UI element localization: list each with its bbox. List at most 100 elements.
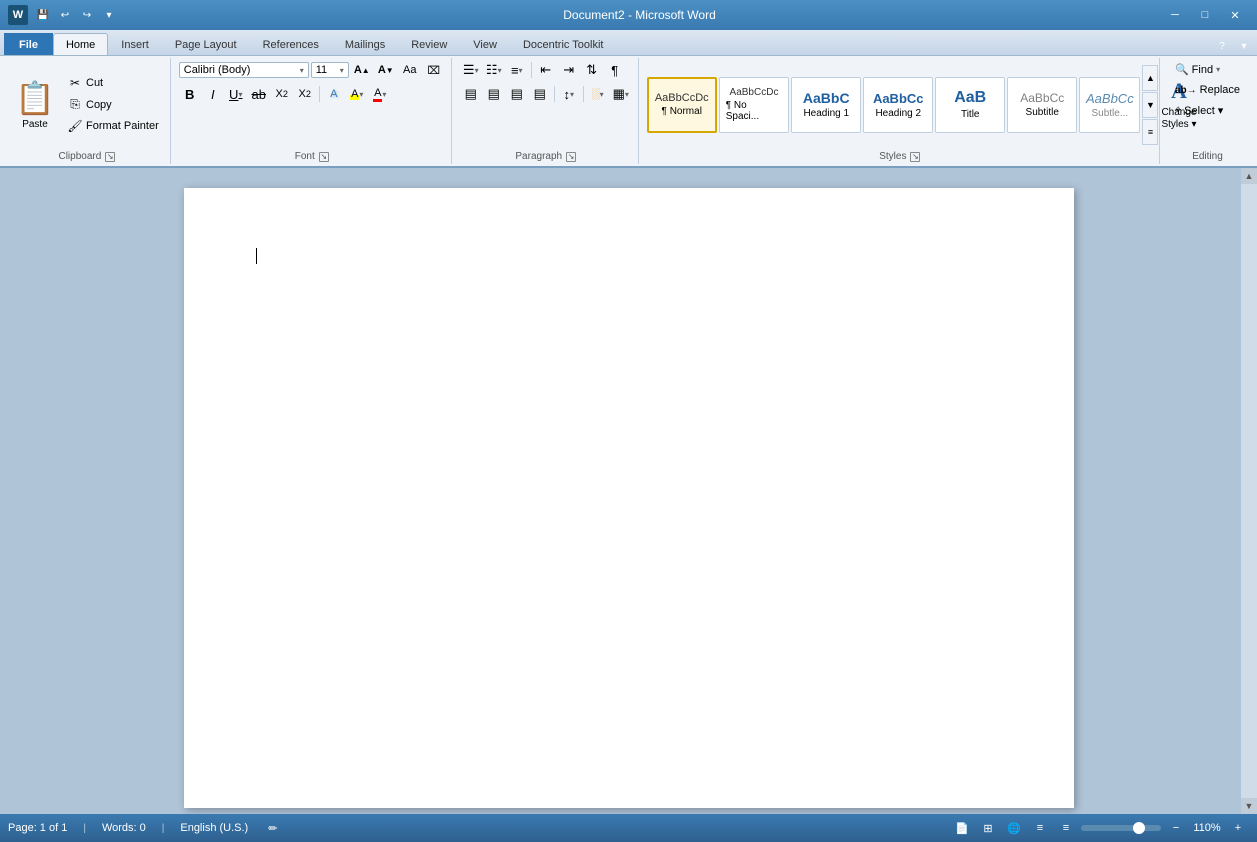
paragraph-expand-button[interactable]: ↘ bbox=[566, 152, 576, 162]
font-size-selector[interactable]: 11 ▾ bbox=[311, 62, 349, 78]
styles-expand-button[interactable]: ↘ bbox=[910, 152, 920, 162]
format-painter-button[interactable]: 🖌 Format Painter bbox=[62, 116, 164, 136]
select-button[interactable]: ⌖ Select ▾ bbox=[1168, 101, 1230, 120]
clipboard-expand-button[interactable]: ↘ bbox=[105, 152, 115, 162]
ribbon-help-button[interactable]: ? bbox=[1213, 37, 1231, 55]
italic-button[interactable]: I bbox=[202, 84, 224, 104]
close-button[interactable]: ✕ bbox=[1221, 5, 1249, 25]
para-separator-2 bbox=[554, 86, 555, 102]
bullets-button[interactable]: ☰▾ bbox=[460, 60, 482, 80]
find-button[interactable]: 🔍 Find ▾ bbox=[1168, 60, 1227, 79]
full-screen-button[interactable]: ⊞ bbox=[977, 819, 999, 837]
style-heading1[interactable]: AaBbC Heading 1 bbox=[791, 77, 861, 133]
multilevel-list-button[interactable]: ≡▾ bbox=[506, 60, 528, 80]
track-changes-icon: ✏ bbox=[268, 822, 277, 835]
language-info: English (U.S.) bbox=[180, 822, 248, 834]
show-paragraph-button[interactable]: ¶ bbox=[604, 60, 626, 80]
outline-button[interactable]: ≡ bbox=[1029, 819, 1051, 837]
app-icon: W bbox=[8, 5, 28, 25]
find-icon: 🔍 bbox=[1175, 63, 1189, 76]
print-layout-button[interactable]: 📄 bbox=[951, 819, 973, 837]
justify-button[interactable]: ▤ bbox=[529, 84, 551, 104]
change-case-button[interactable]: Aa bbox=[399, 60, 421, 80]
cut-button[interactable]: ✂ Cut bbox=[62, 73, 164, 93]
save-button[interactable]: 💾 bbox=[34, 6, 52, 24]
tab-page-layout[interactable]: Page Layout bbox=[162, 33, 250, 55]
tab-file[interactable]: File bbox=[4, 33, 53, 55]
shrink-font-button[interactable]: A▼ bbox=[375, 60, 397, 80]
zoom-out-button[interactable]: − bbox=[1165, 819, 1187, 837]
maximize-button[interactable]: □ bbox=[1191, 5, 1219, 25]
styles-content: AaBbCcDc ¶ Normal AaBbCcDc ¶ No Spaci...… bbox=[647, 60, 1153, 149]
minimize-button[interactable]: ─ bbox=[1161, 5, 1189, 25]
undo-button[interactable]: ↩ bbox=[56, 6, 74, 24]
scroll-down-button[interactable]: ▼ bbox=[1241, 798, 1257, 814]
zoom-in-button[interactable]: + bbox=[1227, 819, 1249, 837]
style-title-label: Title bbox=[961, 109, 980, 120]
title-bar-left: W 💾 ↩ ↪ ▾ bbox=[8, 5, 118, 25]
sort-button[interactable]: ⇅ bbox=[581, 60, 603, 80]
styles-scroll-more-button[interactable]: ≡ bbox=[1142, 119, 1158, 145]
para-separator-3 bbox=[583, 86, 584, 102]
status-separator-1: | bbox=[83, 823, 86, 834]
styles-scroll-up-button[interactable]: ▲ bbox=[1142, 65, 1158, 91]
shading-button[interactable]: ░▾ bbox=[587, 84, 609, 104]
superscript-button[interactable]: X2 bbox=[294, 84, 316, 104]
font-name-row: Calibri (Body) ▾ 11 ▾ A▲ A▼ Aa ⌧ bbox=[179, 60, 445, 80]
borders-button[interactable]: ▦▾ bbox=[610, 84, 632, 104]
line-spacing-button[interactable]: ↕▾ bbox=[558, 84, 580, 104]
styles-scroll: ▲ ▼ ≡ bbox=[1142, 65, 1158, 145]
increase-indent-button[interactable]: ⇥ bbox=[558, 60, 580, 80]
subscript-button[interactable]: X2 bbox=[271, 84, 293, 104]
web-layout-button[interactable]: 🌐 bbox=[1003, 819, 1025, 837]
tab-home[interactable]: Home bbox=[53, 33, 108, 55]
style-title[interactable]: AaB Title bbox=[935, 77, 1005, 133]
redo-button[interactable]: ↪ bbox=[78, 6, 96, 24]
strikethrough-button[interactable]: ab bbox=[248, 84, 270, 104]
tab-view[interactable]: View bbox=[460, 33, 510, 55]
grow-font-button[interactable]: A▲ bbox=[351, 60, 373, 80]
font-size-arrow: ▾ bbox=[340, 66, 344, 75]
clear-formatting-button[interactable]: ⌧ bbox=[423, 60, 445, 80]
draft-button[interactable]: ≡ bbox=[1055, 819, 1077, 837]
customize-qs-button[interactable]: ▾ bbox=[100, 6, 118, 24]
status-right: 📄 ⊞ 🌐 ≡ ≡ − 110% + bbox=[951, 819, 1249, 837]
underline-button[interactable]: U▾ bbox=[225, 84, 247, 104]
copy-button[interactable]: ⎘ Copy bbox=[62, 94, 164, 115]
select-label: Select ▾ bbox=[1184, 104, 1223, 117]
align-center-button[interactable]: ▤ bbox=[483, 84, 505, 104]
style-no-spacing[interactable]: AaBbCcDc ¶ No Spaci... bbox=[719, 77, 789, 133]
align-left-button[interactable]: ▤ bbox=[460, 84, 482, 104]
zoom-slider[interactable] bbox=[1081, 825, 1161, 831]
bold-button[interactable]: B bbox=[179, 84, 201, 104]
tab-docentric[interactable]: Docentric Toolkit bbox=[510, 33, 617, 55]
tab-review[interactable]: Review bbox=[398, 33, 460, 55]
decrease-indent-button[interactable]: ⇤ bbox=[535, 60, 557, 80]
style-normal[interactable]: AaBbCcDc ¶ Normal bbox=[647, 77, 717, 133]
tab-insert[interactable]: Insert bbox=[108, 33, 162, 55]
styles-group: AaBbCcDc ¶ Normal AaBbCcDc ¶ No Spaci...… bbox=[641, 58, 1160, 164]
paragraph-content: ☰▾ ☷▾ ≡▾ ⇤ ⇥ ⇅ ¶ ▤ ▤ ▤ ▤ ↕▾ ░▾ ▦▾ bbox=[460, 60, 632, 149]
paste-button[interactable]: 📋 Paste bbox=[10, 74, 60, 135]
format-painter-label: Format Painter bbox=[86, 120, 159, 132]
scroll-up-button[interactable]: ▲ bbox=[1241, 168, 1257, 184]
align-right-button[interactable]: ▤ bbox=[506, 84, 528, 104]
tab-mailings[interactable]: Mailings bbox=[332, 33, 398, 55]
document-page[interactable] bbox=[184, 188, 1074, 808]
replace-button[interactable]: ab→ Replace bbox=[1168, 81, 1247, 99]
zoom-thumb[interactable] bbox=[1133, 822, 1145, 834]
text-effects-button[interactable]: A bbox=[323, 84, 345, 104]
style-subtitle[interactable]: AaBbCc Subtitle bbox=[1007, 77, 1077, 133]
numbering-button[interactable]: ☷▾ bbox=[483, 60, 505, 80]
style-heading2[interactable]: AaBbCc Heading 2 bbox=[863, 77, 933, 133]
ribbon-minimize-button[interactable]: ▾ bbox=[1235, 37, 1253, 55]
style-more1[interactable]: AaBbCc Subtle... bbox=[1079, 77, 1140, 133]
styles-scroll-down-button[interactable]: ▼ bbox=[1142, 92, 1158, 118]
font-expand-button[interactable]: ↘ bbox=[319, 152, 329, 162]
style-more1-label: Subtle... bbox=[1091, 108, 1128, 119]
editing-group: 🔍 Find ▾ ab→ Replace ⌖ Select ▾ Editing bbox=[1162, 58, 1253, 164]
font-name-selector[interactable]: Calibri (Body) ▾ bbox=[179, 62, 309, 78]
tab-references[interactable]: References bbox=[250, 33, 332, 55]
font-color-button[interactable]: A▾ bbox=[369, 84, 391, 104]
text-highlight-button[interactable]: A▾ bbox=[346, 84, 368, 104]
